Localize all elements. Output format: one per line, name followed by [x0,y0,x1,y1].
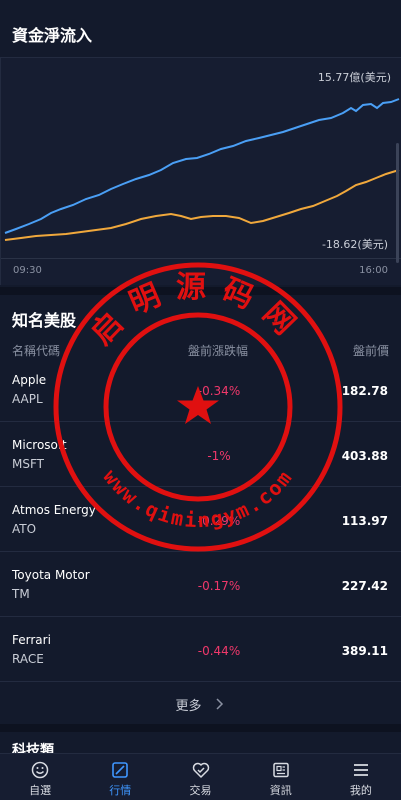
section-divider [0,724,401,732]
section-divider [0,287,401,295]
nav-item-market[interactable]: 行情 [80,754,160,800]
chart-box-icon [112,762,129,778]
nav-label: 我的 [349,784,372,797]
nav-item-news[interactable]: 資訊 [241,754,321,800]
stock-row[interactable]: Atmos Energy ATO -0.29% 113.97 [0,487,401,552]
inflow-line [4,98,400,234]
chart-max-value: 15.77億(美元) [317,71,391,84]
nav-label: 資訊 [269,784,292,797]
stock-row[interactable]: Ferrari RACE -0.44% 389.11 [0,617,401,682]
menu-icon [353,764,368,776]
nav-label: 交易 [189,784,212,797]
nav-label: 行情 [109,784,132,797]
stocks-title: 知名美股 [12,311,77,330]
chart-scrollbar[interactable] [396,143,399,263]
nav-label: 自選 [29,784,52,797]
outflow-line [4,169,400,241]
capital-flow-chart[interactable]: 15.77億(美元) -18.62(美元) 09:30 16:00 [0,57,401,285]
chevron-right-icon [215,698,223,710]
handshake-heart-icon [192,762,209,778]
more-label: 更多 [175,698,202,714]
nav-item-profile[interactable]: 我的 [321,754,401,800]
smiley-icon [31,761,49,779]
nav-item-trade[interactable]: 交易 [160,754,240,800]
chart-min-value: -18.62(美元) [321,238,388,251]
stock-row[interactable]: Microsoft MSFT -1% 403.88 [0,422,401,487]
more-button[interactable]: 更多 [0,684,401,724]
chart-time-start: 09:30 [13,265,42,276]
stock-row[interactable]: Toyota Motor TM -0.17% 227.42 [0,552,401,617]
chart-divider [1,258,401,259]
stock-price: 227.42 [341,579,388,593]
stock-price: 182.78 [341,384,388,398]
nav-item-watchlist[interactable]: 自選 [0,754,80,800]
stock-price: 389.11 [341,644,388,658]
capital-flow-title: 資金淨流入 [12,26,93,45]
stock-price: 403.88 [341,449,388,463]
bottom-nav: 自選 行情 交易 資訊 我的 [0,753,401,800]
news-icon [272,762,289,778]
chart-time-end: 16:00 [359,265,388,276]
stock-price: 113.97 [341,514,388,528]
stock-row[interactable]: Apple AAPL -0.34% 182.78 [0,357,401,422]
